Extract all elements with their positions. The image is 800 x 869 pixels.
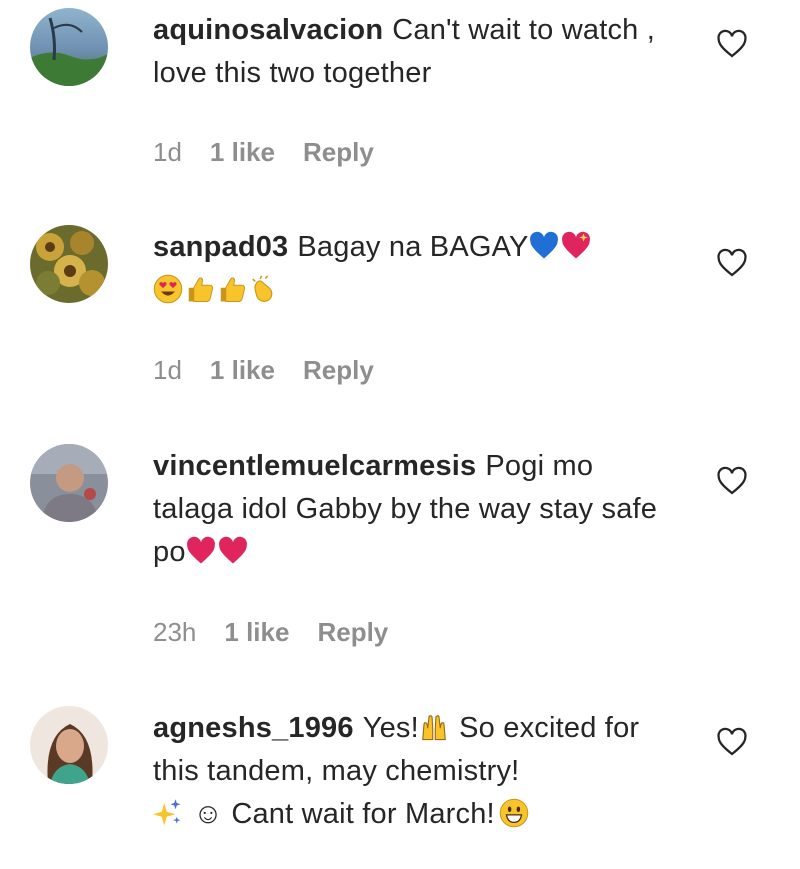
comment-username[interactable]: sanpad03: [153, 231, 288, 263]
raising-hands-icon: [422, 715, 446, 741]
comment-meta: 23h 1 like Reply: [153, 617, 416, 648]
comment-likes[interactable]: 1 like: [210, 137, 275, 167]
heart-icon[interactable]: [716, 726, 748, 758]
sparkles-icon: [153, 799, 181, 826]
avatar[interactable]: [30, 444, 108, 522]
grinning-face-icon: [499, 798, 529, 828]
reply-button[interactable]: Reply: [303, 137, 374, 167]
heart-icon[interactable]: [716, 465, 748, 497]
heart-icon[interactable]: [716, 247, 748, 279]
comment-username[interactable]: agneshs_1996: [153, 712, 354, 744]
sparkling-heart-icon: [561, 231, 590, 259]
thumbs-up-icon: [188, 277, 214, 302]
comment-text: sanpad03 Bagay na BAGAY: [153, 226, 673, 312]
reply-button[interactable]: Reply: [317, 617, 388, 647]
comment-likes[interactable]: 1 like: [224, 617, 289, 647]
blue-heart-icon: [529, 231, 558, 259]
red-heart-icon: [186, 536, 215, 564]
avatar[interactable]: [30, 706, 108, 784]
comment-body: Yes!: [362, 712, 419, 744]
comment-meta: 1d 1 like Reply: [153, 355, 402, 386]
avatar[interactable]: [30, 225, 108, 303]
comment-meta: 1d 1 like Reply: [153, 137, 402, 168]
comment-age[interactable]: 23h: [153, 617, 196, 647]
comment-body: ☺ Cant wait for March!: [193, 798, 495, 830]
red-heart-icon: [218, 536, 247, 564]
thumbs-up-icon: [220, 277, 246, 302]
comment-age[interactable]: 1d: [153, 355, 182, 385]
comment-text: aquinosalvacion Can't wait to watch , lov…: [153, 9, 673, 95]
avatar[interactable]: [30, 8, 108, 86]
heart-icon[interactable]: [716, 28, 748, 60]
reply-button[interactable]: Reply: [303, 355, 374, 385]
comment-text: vincentlemuelcarmesis Pogi mo talaga idol…: [153, 445, 673, 574]
comment-text: agneshs_1996 Yes! So excited for this tan…: [153, 707, 673, 836]
heart-eyes-icon: [153, 274, 183, 304]
comment-likes[interactable]: 1 like: [210, 355, 275, 385]
comment-body: Bagay na BAGAY: [297, 231, 529, 263]
clapping-hands-icon: [252, 275, 273, 302]
comment-username[interactable]: aquinosalvacion: [153, 14, 383, 46]
comment-username[interactable]: vincentlemuelcarmesis: [153, 450, 476, 482]
comment-age[interactable]: 1d: [153, 137, 182, 167]
